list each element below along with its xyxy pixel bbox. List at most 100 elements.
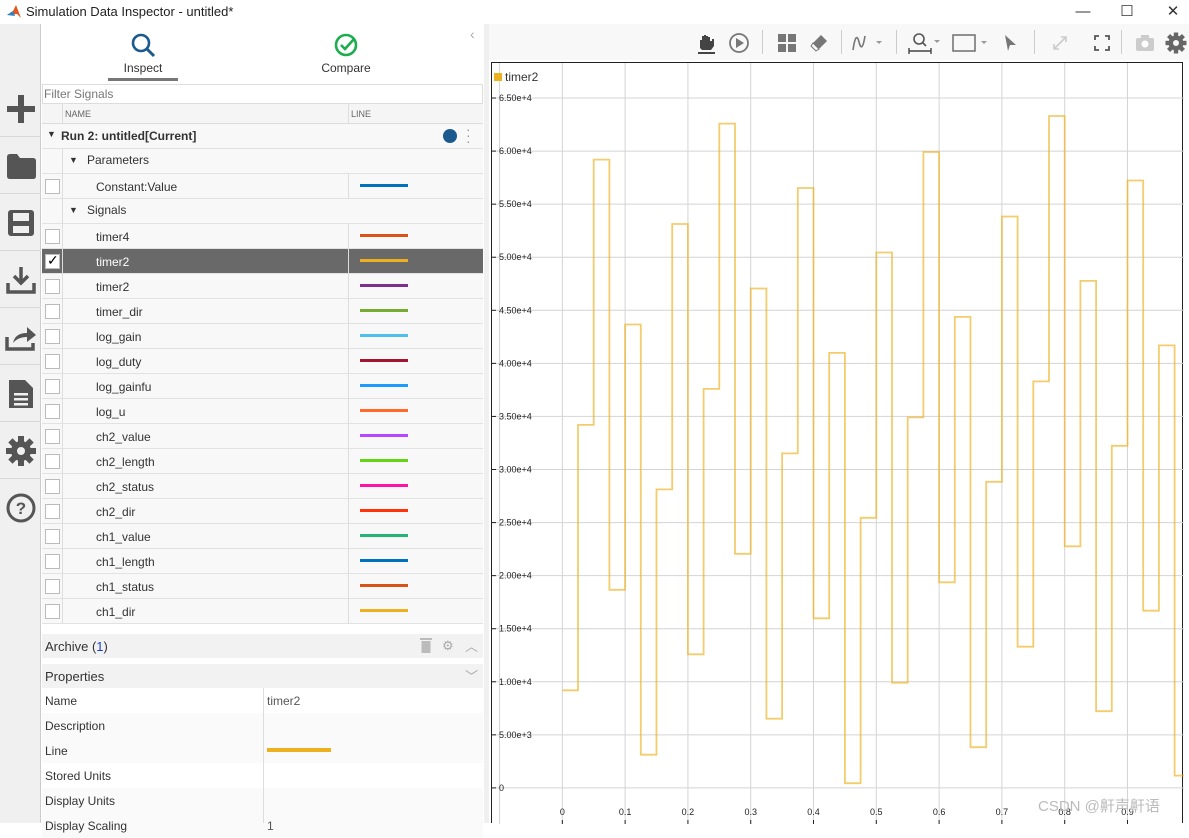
signal-checkbox[interactable]: [45, 404, 60, 419]
line-swatch[interactable]: [267, 748, 331, 752]
column-name[interactable]: NAME: [65, 109, 91, 119]
plot-area[interactable]: 05.00e+31.00e+41.50e+42.00e+42.50e+43.00…: [491, 62, 1183, 823]
signal-checkbox[interactable]: [45, 479, 60, 494]
signal-checkbox[interactable]: [45, 554, 60, 569]
expand-arrow-icon[interactable]: ▼: [69, 155, 78, 165]
fullscreen-button[interactable]: [1090, 32, 1114, 54]
line-swatch[interactable]: [360, 509, 408, 512]
signal-checkbox[interactable]: [45, 429, 60, 444]
signal-checkbox[interactable]: [45, 579, 60, 594]
list-item[interactable]: ch2_length: [42, 449, 483, 474]
list-item[interactable]: ch2_dir: [42, 499, 483, 524]
column-line[interactable]: LINE: [351, 109, 371, 119]
list-item[interactable]: timer2: [42, 274, 483, 299]
pan-button[interactable]: [694, 32, 718, 54]
line-swatch[interactable]: [360, 534, 408, 537]
list-item[interactable]: timer4: [42, 224, 483, 249]
list-item[interactable]: ✓timer2: [42, 249, 483, 274]
line-swatch[interactable]: [360, 434, 408, 437]
new-button[interactable]: [0, 81, 41, 137]
signal-checkbox[interactable]: [45, 329, 60, 344]
line-swatch[interactable]: [360, 459, 408, 462]
list-item[interactable]: log_duty: [42, 349, 483, 374]
list-item[interactable]: ch1_value: [42, 524, 483, 549]
list-item[interactable]: log_gain: [42, 324, 483, 349]
signal-checkbox[interactable]: [45, 304, 60, 319]
line-swatch[interactable]: [360, 559, 408, 562]
list-item[interactable]: ch2_status: [42, 474, 483, 499]
snapshot-button[interactable]: [1133, 32, 1157, 54]
chevron-down-icon[interactable]: ﹀: [465, 666, 478, 685]
plot-settings-button[interactable]: [1164, 32, 1188, 54]
import-button[interactable]: [0, 252, 41, 308]
report-button[interactable]: [0, 366, 41, 422]
run-row[interactable]: ▼Run 2: untitled[Current]···: [42, 124, 483, 149]
settings-button[interactable]: [0, 423, 41, 479]
property-value[interactable]: timer2: [267, 694, 300, 708]
fit-to-view-button[interactable]: [950, 32, 990, 54]
signal-checkbox[interactable]: ✓: [45, 254, 60, 269]
line-swatch[interactable]: [360, 284, 408, 287]
list-item[interactable]: log_u: [42, 399, 483, 424]
signal-checkbox[interactable]: [45, 179, 60, 194]
export-button[interactable]: [0, 309, 41, 365]
minimize-button[interactable]: —: [1068, 2, 1098, 22]
line-swatch[interactable]: [360, 609, 408, 612]
line-swatch[interactable]: [360, 259, 408, 262]
open-button[interactable]: [0, 138, 41, 194]
line-swatch[interactable]: [360, 334, 408, 337]
signal-checkbox[interactable]: [45, 379, 60, 394]
run-color-dot[interactable]: [443, 129, 457, 143]
archive-section[interactable]: Archive (1) ⚙ ︿: [42, 634, 483, 658]
chevron-up-icon[interactable]: ︿: [465, 636, 478, 655]
group-signals[interactable]: ▼Signals: [42, 199, 483, 224]
line-swatch[interactable]: [360, 234, 408, 237]
signal-checkbox[interactable]: [45, 529, 60, 544]
layout-button[interactable]: [775, 32, 799, 54]
zoom-button[interactable]: [907, 32, 943, 54]
signal-checkbox[interactable]: [45, 504, 60, 519]
list-item[interactable]: timer_dir: [42, 299, 483, 324]
expand-arrow-icon[interactable]: ▼: [69, 205, 78, 215]
property-value[interactable]: 1: [267, 819, 274, 833]
line-swatch[interactable]: [360, 484, 408, 487]
signal-checkbox[interactable]: [45, 604, 60, 619]
signal-button[interactable]: [851, 32, 887, 54]
properties-section[interactable]: Properties ﹀: [42, 664, 483, 688]
cursor-button[interactable]: [998, 32, 1022, 54]
help-button[interactable]: ?: [0, 480, 41, 536]
group-parameters[interactable]: ▼Parameters: [42, 149, 483, 174]
more-options-icon[interactable]: ···: [466, 126, 471, 144]
line-swatch[interactable]: [360, 584, 408, 587]
filter-signals-input[interactable]: Filter Signals: [42, 84, 483, 104]
line-swatch[interactable]: [360, 184, 408, 187]
expand-arrow-icon[interactable]: ▼: [47, 129, 56, 139]
list-item[interactable]: ch1_status: [42, 574, 483, 599]
signal-checkbox[interactable]: [45, 279, 60, 294]
save-button[interactable]: [0, 195, 41, 251]
trash-icon[interactable]: [420, 637, 432, 653]
signal-checkbox[interactable]: [45, 229, 60, 244]
list-item[interactable]: log_gainfu: [42, 374, 483, 399]
panel-splitter[interactable]: [484, 24, 489, 823]
signal-checkbox[interactable]: [45, 454, 60, 469]
expand-button[interactable]: [1048, 32, 1072, 54]
line-swatch[interactable]: [360, 309, 408, 312]
close-button[interactable]: ✕: [1158, 2, 1188, 22]
collapse-panel-icon[interactable]: ‹: [470, 26, 475, 42]
signal-checkbox[interactable]: [45, 354, 60, 369]
series-line-timer2[interactable]: [562, 116, 1184, 783]
list-item[interactable]: ch2_value: [42, 424, 483, 449]
gear-icon[interactable]: ⚙: [442, 638, 454, 654]
line-swatch[interactable]: [360, 384, 408, 387]
maximize-button[interactable]: ☐: [1112, 2, 1142, 22]
tab-compare[interactable]: Compare: [276, 30, 416, 75]
line-swatch[interactable]: [360, 359, 408, 362]
line-swatch[interactable]: [360, 409, 408, 412]
list-item[interactable]: Constant:Value: [42, 174, 483, 199]
list-item[interactable]: ch1_dir: [42, 599, 483, 624]
tab-inspect[interactable]: Inspect: [73, 30, 213, 84]
clear-button[interactable]: [807, 32, 831, 54]
replay-button[interactable]: [727, 32, 751, 54]
list-item[interactable]: ch1_length: [42, 549, 483, 574]
